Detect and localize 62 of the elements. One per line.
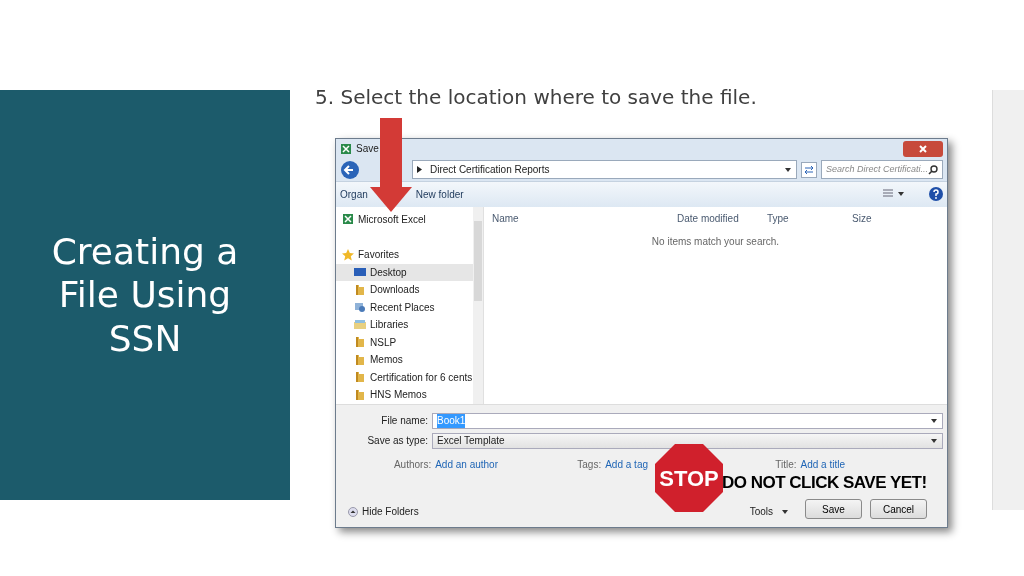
nav-item[interactable]: Memos [336,351,473,369]
star-icon [342,248,354,261]
empty-message: No items match your search. [650,234,781,249]
folder-icon [354,283,366,296]
search-icon[interactable] [928,164,939,175]
tools-menu[interactable]: Tools [749,504,789,519]
view-options-icon[interactable] [883,189,905,200]
save-type-dropdown[interactable]: Excel Template [432,432,943,449]
column-header[interactable]: Date modified [669,210,759,226]
path-text: Direct Certification Reports [430,163,551,178]
folder-icon [354,371,366,384]
caret-icon[interactable] [930,436,938,445]
column-header[interactable]: Type [759,210,844,226]
nav-item[interactable]: Favorites [336,246,473,264]
nav-item[interactable]: Certification for 6 cents [336,368,473,387]
folder-icon [354,336,366,349]
close-icon [919,144,927,153]
folder-icon [354,353,366,366]
excel-icon [342,213,354,226]
column-header[interactable]: Name [484,210,669,226]
organize-button[interactable]: Organ [340,186,368,202]
column-header[interactable]: Size [844,210,904,226]
refresh-icon[interactable] [801,161,817,178]
help-icon[interactable] [929,187,943,202]
window-title: Save [356,142,379,157]
nav-item[interactable]: Microsoft Excel [336,210,473,229]
nav-item[interactable]: HNS Memos [336,386,473,404]
hide-folders-button[interactable]: Hide Folders [348,504,419,519]
meta-label: Title: [775,457,797,472]
nav-item[interactable]: NSLP [336,333,473,352]
new-folder-button[interactable]: New folder [415,186,464,202]
warning-text: DO NOT CLICK SAVE YET! [722,472,927,494]
collapse-icon [348,506,358,517]
nav-item[interactable]: Desktop [336,263,473,282]
caret-icon [781,507,789,516]
nav-item[interactable]: Libraries [336,316,473,334]
stop-sign: STOP [655,444,723,512]
desktop-icon [354,266,366,279]
meta-link[interactable]: Add an author [435,456,498,472]
cancel-button[interactable]: Cancel [870,499,927,519]
chevron-icon [417,166,422,174]
recent-places-icon [354,301,366,314]
close-button[interactable] [903,140,943,157]
back-icon[interactable] [340,159,360,180]
meta-label: Tags: [577,457,602,472]
instruction-text: 5. Select the location where to save the file. [315,84,758,111]
excel-icon [340,142,352,155]
caret-icon[interactable] [930,416,938,425]
folder-icon [354,388,366,401]
search-field[interactable]: Search Direct Certificati... [821,160,943,180]
caret-icon[interactable] [784,165,792,174]
meta-link[interactable]: Add a tag [605,456,648,472]
library-icon [354,318,366,331]
meta-link[interactable]: Add a title [800,456,845,472]
field-label: Save as type: [366,434,428,449]
nav-item[interactable]: Downloads [336,281,473,299]
meta-label: Authors: [393,457,432,472]
slide-title: Creating a File Using SSN [50,230,240,360]
nav-item[interactable]: Recent Places [336,298,473,317]
address-bar[interactable]: Direct Certification Reports [412,160,797,180]
save-button[interactable]: Save [805,499,862,519]
field-label: File name: [380,414,428,429]
